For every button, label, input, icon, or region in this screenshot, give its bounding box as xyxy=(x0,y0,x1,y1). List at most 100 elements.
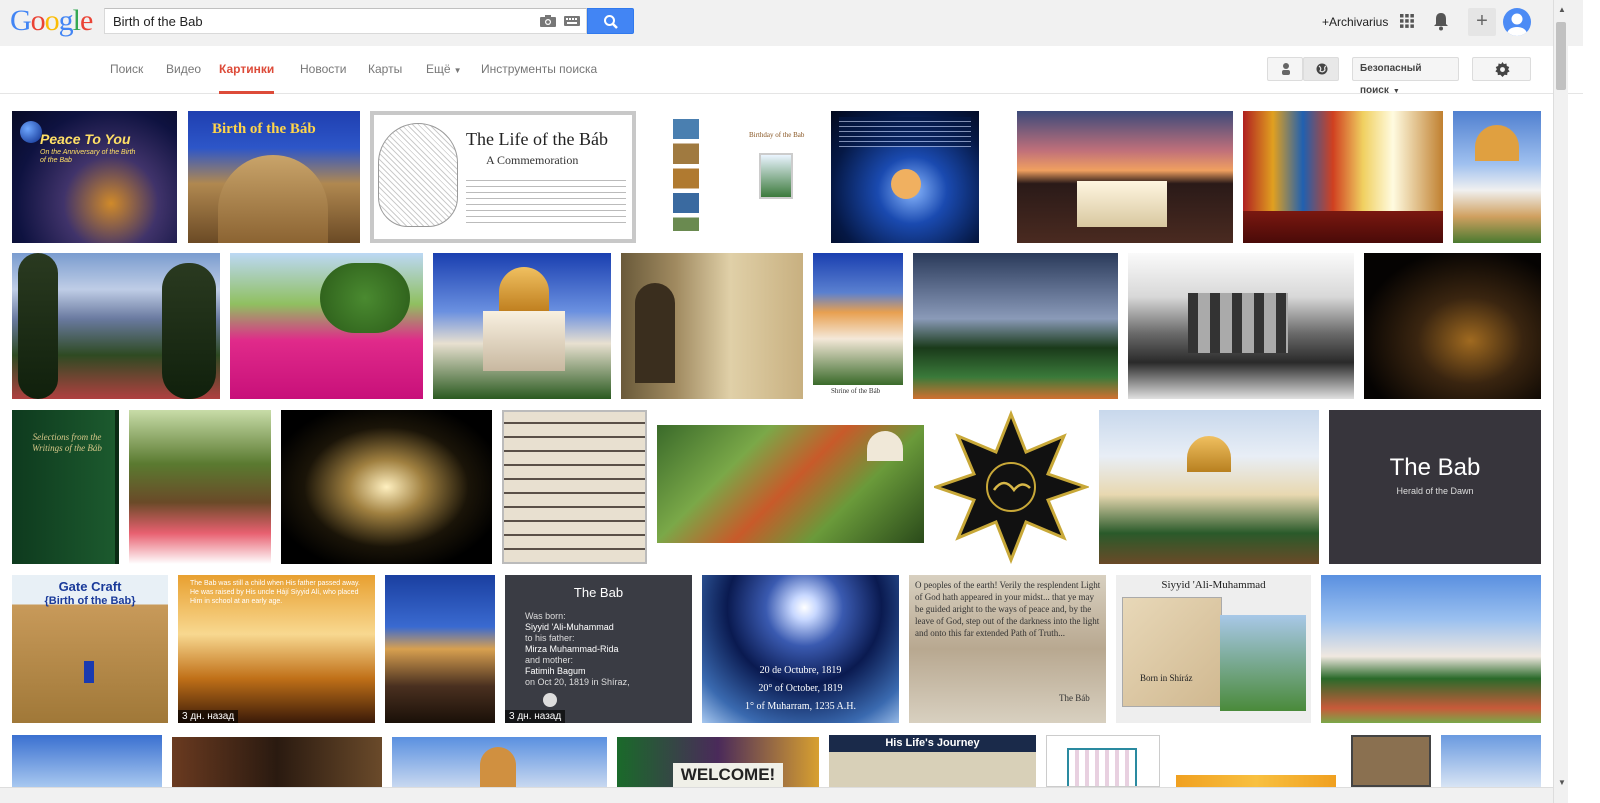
result-image[interactable]: The Bab Was born: Siyyid 'Ali-Muhammad t… xyxy=(505,575,692,723)
slide-line: Siyyid 'Ali-Muhammad xyxy=(525,622,614,632)
result-image[interactable] xyxy=(1170,755,1341,787)
result-image[interactable] xyxy=(1364,253,1541,399)
scrollbar-thumb[interactable] xyxy=(1556,22,1566,90)
slide-line: Fatimih Bagum xyxy=(525,666,586,676)
horizontal-scrollbar[interactable] xyxy=(0,787,1553,803)
vertical-scrollbar[interactable]: ▲ ▼ xyxy=(1553,0,1568,803)
result-image[interactable] xyxy=(1321,575,1541,723)
global-results-button[interactable] xyxy=(1303,57,1339,81)
dome-graphic xyxy=(480,747,516,787)
result-image[interactable] xyxy=(1128,253,1354,399)
result-image[interactable] xyxy=(913,253,1118,399)
quote-text: O peoples of the earth! Verily the respl… xyxy=(915,580,1101,638)
quote-text xyxy=(839,117,971,147)
plus-icon[interactable]: + xyxy=(1468,8,1496,36)
map-graphic xyxy=(1122,597,1222,707)
result-image[interactable] xyxy=(1046,735,1160,787)
dome-graphic xyxy=(218,155,328,243)
camera-icon[interactable] xyxy=(540,14,556,27)
personal-results-button[interactable] xyxy=(1267,57,1303,81)
result-image[interactable]: Siyyid 'Ali-Muhammad Born in Shíráz xyxy=(1116,575,1311,723)
result-image[interactable] xyxy=(657,425,924,543)
bell-icon[interactable] xyxy=(1433,12,1449,31)
photo-strip xyxy=(673,119,699,231)
result-image[interactable] xyxy=(1017,111,1233,243)
avatar[interactable] xyxy=(1503,8,1531,36)
slide-line: on Oct 20, 1819 in Shíraz, xyxy=(525,677,630,687)
tab-search-tools[interactable]: Инструменты поиска xyxy=(481,46,597,94)
slide-line: and mother: xyxy=(525,655,574,665)
result-image[interactable] xyxy=(1351,735,1431,787)
tab-images[interactable]: Картинки xyxy=(219,46,275,94)
result-image[interactable] xyxy=(1453,111,1541,243)
scroll-down-arrow-icon[interactable]: ▼ xyxy=(1558,778,1566,787)
settings-button[interactable] xyxy=(1472,57,1531,81)
result-image[interactable] xyxy=(12,253,220,399)
result-image[interactable] xyxy=(621,253,803,399)
result-image[interactable]: Birthday of the Bab xyxy=(645,111,821,243)
result-image[interactable]: The Life of the Báb A Commemoration xyxy=(370,111,636,243)
search-box[interactable] xyxy=(104,8,587,34)
age-badge: 3 дн. назад xyxy=(178,710,239,723)
keyboard-icon[interactable] xyxy=(564,16,580,26)
result-image[interactable] xyxy=(385,575,495,723)
globe-icon xyxy=(1316,63,1328,75)
search-icon xyxy=(604,15,618,29)
chevron-down-icon: ▼ xyxy=(1392,88,1400,95)
search-button[interactable] xyxy=(587,8,634,34)
dome-graphic xyxy=(1475,125,1519,161)
tab-more[interactable]: Ещё ▼ xyxy=(426,46,461,94)
result-image[interactable] xyxy=(1243,111,1443,243)
result-image[interactable] xyxy=(392,737,607,787)
result-image[interactable] xyxy=(230,253,423,399)
tile-title: Peace To You xyxy=(40,131,131,147)
shrine-photo xyxy=(813,253,903,385)
slide-line: Mirza Muhammad-Rida xyxy=(525,644,619,654)
result-image[interactable]: Peace To You On the Anniversary of the B… xyxy=(12,111,177,243)
dome-graphic xyxy=(867,431,903,461)
slide-title: The Bab xyxy=(573,585,624,600)
scroll-up-arrow-icon[interactable]: ▲ xyxy=(1558,5,1566,14)
result-image[interactable]: The Bab was still a child when His fathe… xyxy=(178,575,375,723)
result-image[interactable]: His Life's Journey xyxy=(829,735,1036,787)
nav-bar: Поиск Видео Картинки Новости Карты Ещё ▼ … xyxy=(0,46,1583,96)
account-link[interactable]: +Archivarius xyxy=(1322,15,1388,29)
tab-maps[interactable]: Карты xyxy=(368,46,402,94)
result-image[interactable] xyxy=(934,410,1089,564)
result-image[interactable] xyxy=(129,410,271,564)
google-logo[interactable]: Google xyxy=(10,6,93,36)
result-image[interactable] xyxy=(433,253,611,399)
welcome-sign: WELCOME! xyxy=(673,763,783,787)
result-image[interactable]: 20 de Octubre, 1819 20° of October, 1819… xyxy=(702,575,899,723)
result-image[interactable] xyxy=(281,410,492,564)
tile-subtitle: A Commemoration xyxy=(486,153,579,167)
tile-subtitle: {Birth of the Bab} xyxy=(44,595,136,607)
result-image[interactable]: O peoples of the earth! Verily the respl… xyxy=(909,575,1106,723)
result-image[interactable] xyxy=(1441,735,1541,787)
search-input[interactable] xyxy=(105,9,525,33)
tile-title: Birthday of the Bab xyxy=(749,131,805,139)
tab-search[interactable]: Поиск xyxy=(110,46,143,94)
result-image[interactable] xyxy=(1099,410,1319,564)
apps-icon[interactable] xyxy=(1400,14,1414,28)
safesearch-dropdown[interactable]: Безопасный поиск ▼ xyxy=(1352,57,1459,96)
tile-title: The Bab xyxy=(1389,454,1481,481)
person-icon xyxy=(1282,63,1290,75)
quote-signature: The Báb xyxy=(1059,693,1090,703)
tab-news[interactable]: Новости xyxy=(300,46,346,94)
result-image[interactable]: WELCOME! xyxy=(617,737,819,787)
result-image[interactable]: The Bab Herald of the Dawn xyxy=(1329,410,1541,564)
result-image[interactable] xyxy=(502,410,647,564)
result-image[interactable] xyxy=(172,737,382,787)
result-image[interactable]: Selections from the Writings of the Báb xyxy=(12,410,119,564)
result-image[interactable]: Birth of the Báb xyxy=(188,111,360,243)
result-image[interactable]: Shrine of the Báb xyxy=(813,253,903,399)
result-image[interactable] xyxy=(831,111,979,243)
city-photo xyxy=(1220,615,1306,711)
shrine-body xyxy=(483,311,565,371)
result-image[interactable]: Gate Craft {Birth of the Bab} xyxy=(12,575,168,723)
gear-icon xyxy=(1495,62,1510,77)
slide-line: to his father: xyxy=(525,633,575,643)
tab-video[interactable]: Видео xyxy=(166,46,201,94)
result-image[interactable] xyxy=(12,735,162,787)
